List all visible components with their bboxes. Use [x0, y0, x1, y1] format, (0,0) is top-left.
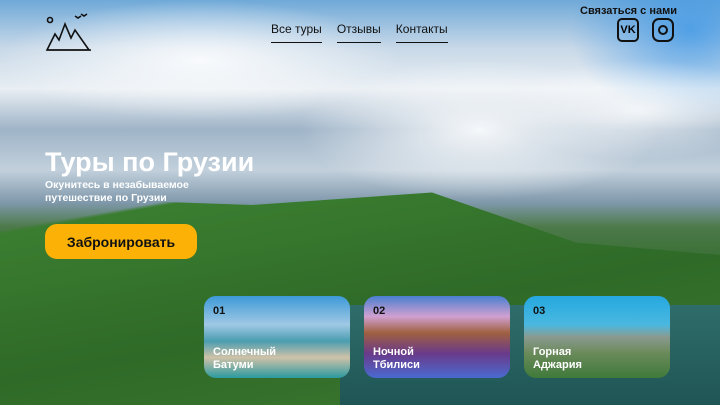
hero-title: Туры по Грузии — [45, 147, 255, 177]
card-number: 01 — [213, 305, 226, 317]
main-nav: Все туры Отзывы Контакты — [271, 22, 448, 43]
contact-label: Связаться с нами — [580, 5, 677, 17]
nav-all-tours[interactable]: Все туры — [271, 22, 322, 43]
card-title: Горная Аджария — [533, 346, 582, 371]
nav-reviews[interactable]: Отзывы — [336, 22, 381, 43]
hero-subtitle: Окунитесь в незабываемое путешествие по … — [45, 179, 189, 204]
card-number: 03 — [533, 305, 546, 317]
tour-card-tbilisi[interactable]: 02 Ночной Тбилиси — [364, 296, 510, 378]
logo-icon[interactable] — [45, 12, 93, 54]
tour-card-batumi[interactable]: 01 Солнечный Батуми — [204, 296, 350, 378]
card-title: Ночной Тбилиси — [373, 346, 420, 371]
nav-contacts[interactable]: Контакты — [395, 22, 448, 43]
book-button[interactable]: Забронировать — [45, 224, 197, 259]
card-number: 02 — [373, 305, 386, 317]
vk-icon[interactable]: VK — [617, 18, 639, 42]
card-title: Солнечный Батуми — [213, 346, 277, 371]
instagram-icon[interactable] — [652, 18, 674, 42]
tour-card-adjara[interactable]: 03 Горная Аджария — [524, 296, 670, 378]
